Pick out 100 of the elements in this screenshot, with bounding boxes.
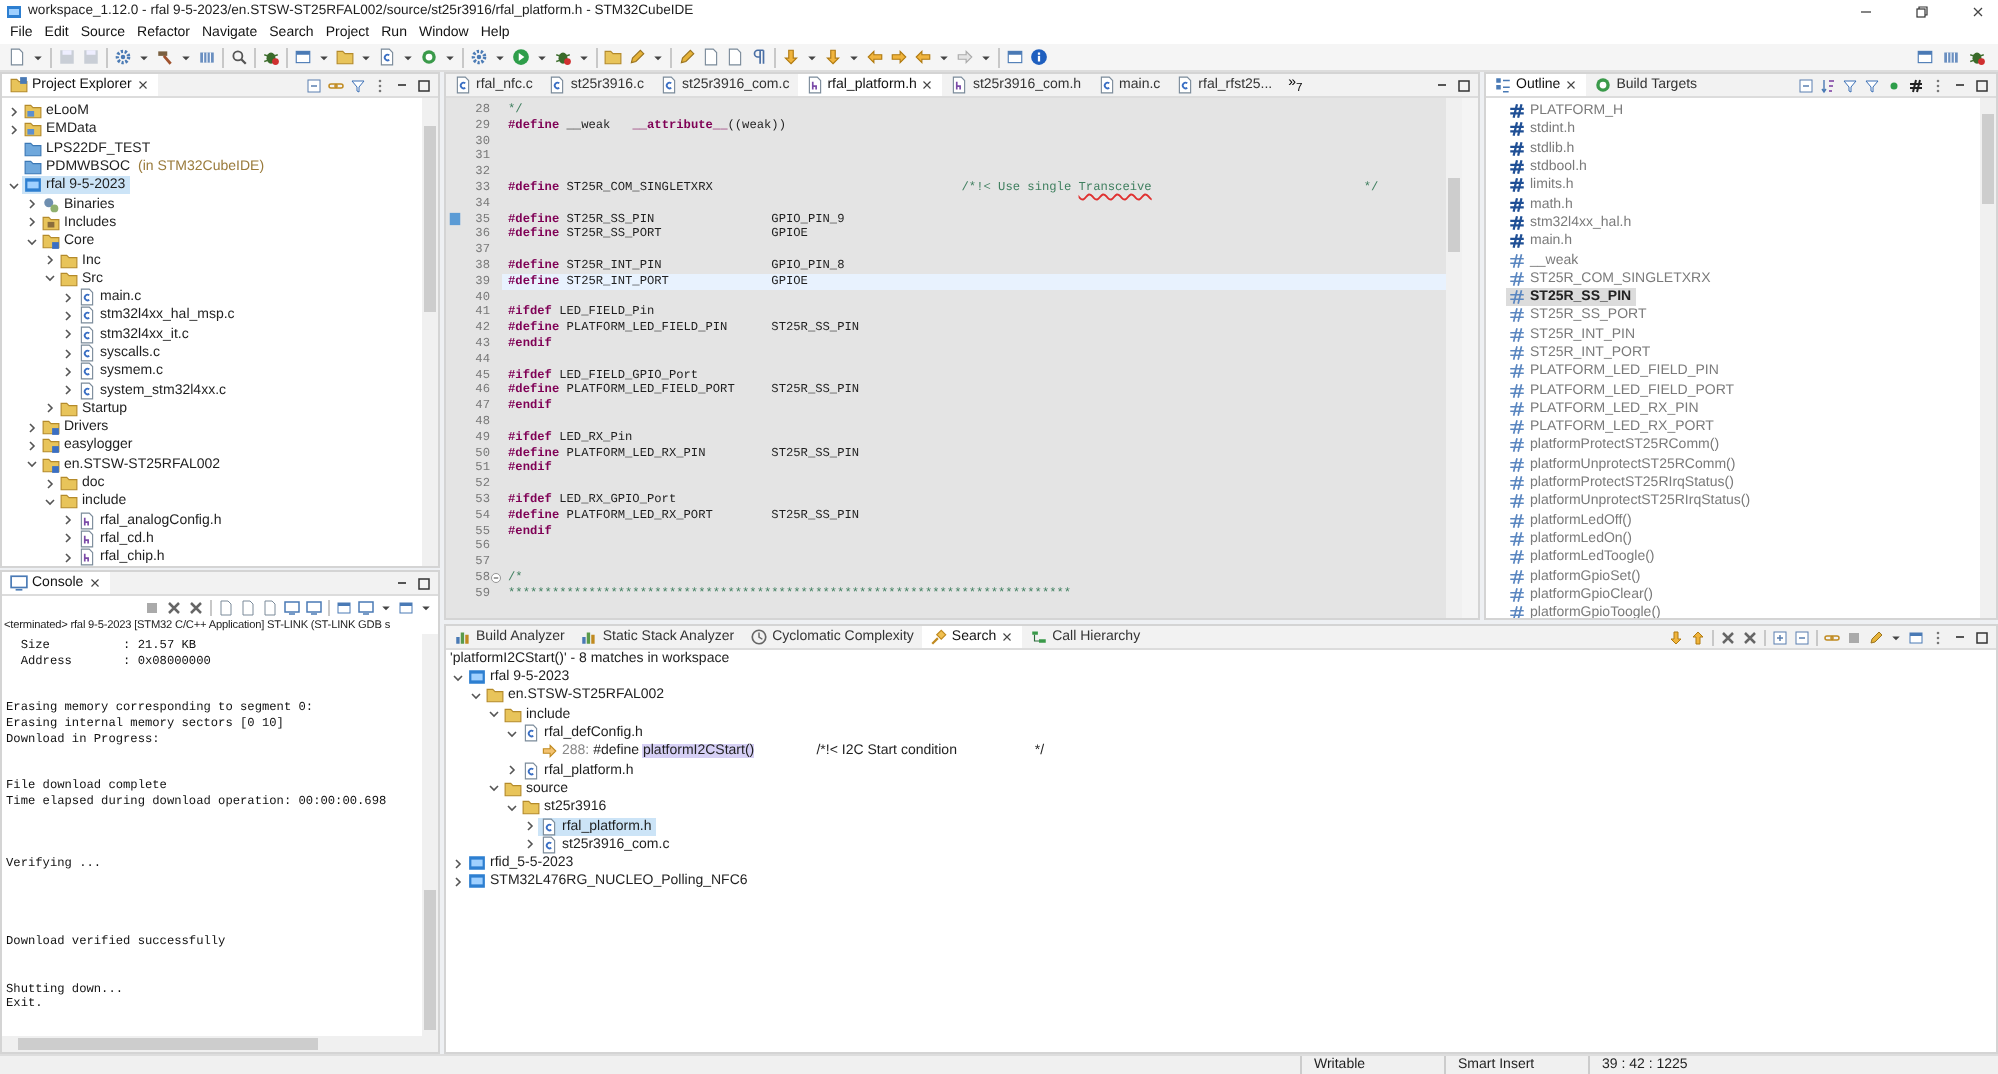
arrow-up-icon[interactable] bbox=[1690, 629, 1706, 645]
folder-icon[interactable] bbox=[604, 48, 622, 66]
chevron-right-icon[interactable] bbox=[6, 103, 22, 120]
arrow-left-icon[interactable] bbox=[914, 48, 932, 66]
maximize-icon[interactable] bbox=[416, 575, 432, 591]
maximize-icon[interactable] bbox=[1974, 77, 1990, 93]
chevron-down-icon[interactable] bbox=[6, 177, 22, 194]
monitor-icon[interactable] bbox=[284, 599, 300, 615]
dropdown-caret-icon[interactable] bbox=[32, 51, 44, 63]
hammer-icon[interactable] bbox=[156, 48, 174, 66]
chevron-down-icon[interactable] bbox=[42, 270, 58, 287]
remove-icon[interactable] bbox=[1742, 629, 1758, 645]
chevron-down-icon[interactable] bbox=[486, 780, 502, 797]
close-icon[interactable] bbox=[87, 576, 102, 590]
play-icon[interactable] bbox=[512, 48, 530, 66]
dropdown-caret-icon[interactable] bbox=[806, 51, 818, 63]
paragraph-icon[interactable] bbox=[750, 48, 768, 66]
chevron-down-icon[interactable] bbox=[504, 725, 520, 742]
chevron-right-icon[interactable] bbox=[60, 512, 76, 529]
chevron-right-icon[interactable] bbox=[60, 289, 76, 306]
chevron-down-icon[interactable] bbox=[450, 669, 466, 686]
chevron-down-icon[interactable] bbox=[486, 706, 502, 723]
chevron-right-icon[interactable] bbox=[60, 382, 76, 399]
chevron-right-icon[interactable] bbox=[60, 345, 76, 361]
close-icon[interactable] bbox=[1000, 630, 1015, 644]
arrow-right-icon[interactable] bbox=[890, 48, 908, 66]
collapse-all-icon[interactable] bbox=[306, 77, 322, 93]
monitor-icon[interactable] bbox=[358, 599, 374, 615]
arrow-down-icon[interactable] bbox=[824, 48, 842, 66]
close-icon[interactable] bbox=[1564, 78, 1579, 92]
dropdown-caret-icon[interactable] bbox=[938, 51, 950, 63]
window-icon[interactable] bbox=[294, 48, 312, 66]
vertical-scrollbar[interactable] bbox=[422, 98, 438, 566]
c-file-icon[interactable] bbox=[378, 48, 396, 66]
pencil-icon[interactable] bbox=[628, 48, 646, 66]
chevron-down-icon[interactable] bbox=[504, 799, 520, 816]
chevron-right-icon[interactable] bbox=[24, 196, 40, 213]
file-icon[interactable] bbox=[8, 48, 26, 66]
gear-icon[interactable] bbox=[470, 48, 488, 66]
filter-icon[interactable] bbox=[350, 77, 366, 93]
chevron-down-icon[interactable] bbox=[468, 687, 484, 704]
gear-icon[interactable] bbox=[114, 48, 132, 66]
hash-icon[interactable] bbox=[1908, 77, 1924, 93]
chevron-right-icon[interactable] bbox=[60, 326, 76, 343]
chevron-right-icon[interactable] bbox=[522, 818, 538, 835]
chevron-right-icon[interactable] bbox=[60, 530, 76, 547]
dropdown-caret-icon[interactable] bbox=[980, 51, 992, 63]
maximize-icon[interactable] bbox=[416, 77, 432, 93]
chevron-down-icon[interactable] bbox=[42, 493, 58, 510]
vertical-scrollbar[interactable] bbox=[1980, 98, 1996, 618]
maximize-icon[interactable] bbox=[1974, 629, 1990, 645]
chevron-right-icon[interactable] bbox=[24, 437, 40, 454]
dropdown-caret-icon[interactable] bbox=[1890, 631, 1902, 643]
info-icon[interactable] bbox=[1030, 48, 1048, 66]
remove-icon[interactable] bbox=[1720, 629, 1736, 645]
chevron-down-icon[interactable] bbox=[24, 233, 40, 250]
arrow-left-icon[interactable] bbox=[866, 48, 884, 66]
dropdown-caret-icon[interactable] bbox=[180, 51, 192, 63]
remove-icon[interactable] bbox=[166, 599, 182, 615]
bug-icon[interactable] bbox=[262, 48, 280, 66]
collapse-all-icon[interactable] bbox=[1794, 629, 1810, 645]
window-icon[interactable] bbox=[1908, 629, 1924, 645]
vertical-scrollbar[interactable] bbox=[1446, 98, 1462, 618]
arrow-down-icon[interactable] bbox=[1668, 629, 1684, 645]
link-icon[interactable] bbox=[328, 77, 344, 93]
window-icon[interactable] bbox=[1916, 48, 1934, 66]
chevron-right-icon[interactable] bbox=[522, 836, 538, 853]
dropdown-caret-icon[interactable] bbox=[380, 601, 392, 613]
arrow-down-icon[interactable] bbox=[782, 48, 800, 66]
dropdown-caret-icon[interactable] bbox=[318, 51, 330, 63]
maximize-icon[interactable] bbox=[1456, 77, 1472, 93]
dropdown-caret-icon[interactable] bbox=[578, 51, 590, 63]
dropdown-caret-icon[interactable] bbox=[536, 51, 548, 63]
window-icon[interactable] bbox=[398, 599, 414, 615]
chevron-right-icon[interactable] bbox=[504, 762, 520, 779]
vertical-scrollbar[interactable] bbox=[422, 634, 438, 1036]
dropdown-caret-icon[interactable] bbox=[420, 601, 432, 613]
pencil-icon[interactable] bbox=[1868, 629, 1884, 645]
remove-icon[interactable] bbox=[188, 599, 204, 615]
target-icon[interactable] bbox=[420, 48, 438, 66]
close-icon[interactable] bbox=[135, 78, 150, 92]
bug-icon[interactable] bbox=[1968, 48, 1986, 66]
chevron-right-icon[interactable] bbox=[450, 873, 466, 890]
sort-icon[interactable] bbox=[1820, 77, 1836, 93]
chevron-right-icon[interactable] bbox=[60, 363, 76, 380]
horizontal-scrollbar[interactable] bbox=[2, 1036, 438, 1052]
expand-all-icon[interactable] bbox=[1772, 629, 1788, 645]
folder-icon[interactable] bbox=[336, 48, 354, 66]
window-icon[interactable] bbox=[1006, 48, 1024, 66]
chevron-right-icon[interactable] bbox=[60, 307, 76, 324]
chevron-right-icon[interactable] bbox=[24, 214, 40, 231]
dropdown-caret-icon[interactable] bbox=[444, 51, 456, 63]
dropdown-caret-icon[interactable] bbox=[138, 51, 150, 63]
bug-icon[interactable] bbox=[554, 48, 572, 66]
close-icon[interactable] bbox=[1970, 3, 1986, 19]
chevron-right-icon[interactable] bbox=[24, 419, 40, 436]
chevron-right-icon[interactable] bbox=[60, 549, 76, 566]
dropdown-caret-icon[interactable] bbox=[360, 51, 372, 63]
chevron-right-icon[interactable] bbox=[42, 475, 58, 492]
monitor-icon[interactable] bbox=[306, 599, 322, 615]
